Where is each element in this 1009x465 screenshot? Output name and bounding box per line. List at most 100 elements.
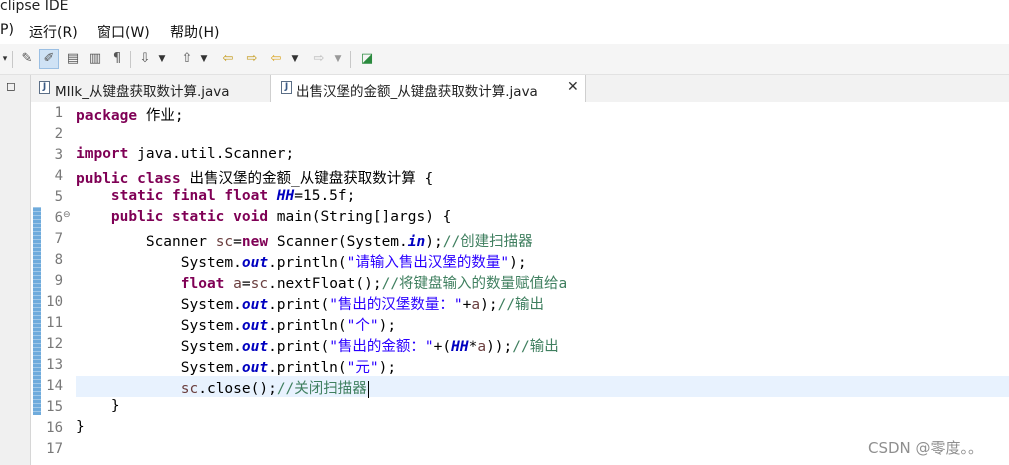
previous-annotation-icon[interactable]: ⇧ — [178, 50, 196, 68]
code-comment: //输出 — [497, 297, 545, 313]
tab-label: MIlk_从键盘获取数计算.java — [55, 84, 230, 100]
pin-editor-icon[interactable]: ◪ — [358, 50, 376, 68]
menu-bar: P) 运行(R) 窗口(W) 帮助(H) — [0, 18, 1009, 44]
highlight-edit-icon[interactable]: ▤ — [64, 50, 82, 68]
line-number: 6 — [54, 210, 63, 226]
code-text: ); — [509, 255, 527, 271]
close-icon[interactable]: ✕ — [567, 79, 579, 95]
code-comment: //创建扫描器 — [442, 234, 533, 250]
code-text: } — [76, 419, 85, 435]
show-whitespace-icon[interactable]: ¶ — [108, 50, 126, 68]
forward-icon[interactable]: ⇨ — [310, 50, 328, 68]
static-field: out — [241, 339, 269, 355]
line-number: 8 — [54, 252, 63, 268]
code-line: 8 System.out.println("请输入售出汉堡的数量"); — [31, 250, 1009, 271]
string-literal: "个" — [346, 318, 379, 334]
text-caret — [367, 380, 369, 398]
code-line: 16 } — [31, 418, 1009, 439]
line-number: 16 — [46, 420, 63, 436]
code-text: ); — [378, 360, 397, 376]
local-variable: a — [477, 339, 487, 355]
code-text: System. — [180, 339, 242, 355]
minimize-icon[interactable]: ◻ — [6, 79, 16, 93]
code-text: .close(); — [198, 381, 277, 397]
code-text: = — [233, 234, 242, 250]
static-field: out — [241, 255, 269, 271]
code-text: = — [241, 276, 251, 292]
tab-label: 出售汉堡的金额_从键盘获取数计算.java — [296, 84, 538, 100]
code-text: System. — [180, 297, 242, 313]
line-number: 2 — [54, 126, 63, 142]
code-text: java.util.Scanner; — [128, 146, 295, 162]
toolbar-separator — [350, 51, 351, 68]
fold-toggle-icon[interactable]: ⊖ — [63, 210, 71, 220]
code-line: 6 ⊖ public static void main(String[]args… — [31, 208, 1009, 229]
chevron-down-icon[interactable]: ▼ — [290, 50, 300, 68]
keyword: static final float — [110, 188, 269, 204]
chevron-down-icon[interactable]: ▾ — [0, 50, 10, 68]
local-variable: sc — [215, 234, 234, 250]
keyword: float — [180, 276, 225, 292]
code-text: Scanner(System. — [268, 234, 408, 250]
code-line: 5 static final float HH=15.5f; — [31, 187, 1009, 208]
code-line-current: 14 sc.close();//关闭扫描器 — [31, 376, 1009, 398]
static-field: out — [241, 360, 269, 376]
next-edit-icon[interactable]: ⇨ — [243, 50, 261, 68]
chevron-down-icon[interactable]: ▼ — [333, 50, 343, 68]
keyword: import — [76, 146, 129, 162]
code-line: 15 } — [31, 397, 1009, 418]
java-file-icon: J — [281, 81, 292, 94]
java-file-icon: J — [39, 81, 50, 94]
menu-item-run[interactable]: 运行(R) — [29, 22, 78, 42]
menu-item-help[interactable]: 帮助(H) — [170, 22, 219, 42]
line-number: 7 — [54, 231, 63, 247]
line-number: 3 — [54, 147, 63, 163]
toolbar-separator — [130, 51, 131, 68]
local-variable: a — [471, 297, 481, 313]
toolbar-separator — [12, 51, 13, 68]
code-line: 4 public class 出售汉堡的金额_从键盘获取数计算 { — [31, 166, 1009, 187]
code-text: .println( — [268, 318, 347, 334]
code-text: .nextFloat(); — [268, 276, 382, 292]
line-number: 4 — [54, 168, 63, 184]
toggle-breadcrumb-icon[interactable]: ✐ — [39, 49, 59, 69]
tab-milk-java[interactable]: J MIlk_从键盘获取数计算.java — [31, 75, 269, 102]
menu-item-window[interactable]: 窗口(W) — [97, 22, 150, 42]
code-comment: //关闭扫描器 — [276, 381, 367, 397]
keyword: new — [241, 234, 269, 250]
next-annotation-icon[interactable]: ⇩ — [136, 50, 154, 68]
chevron-down-icon[interactable]: ▼ — [157, 50, 167, 68]
code-comment: //输出 — [512, 339, 559, 355]
keyword: public class — [76, 171, 181, 187]
keyword: public static void — [110, 209, 269, 225]
menu-item-project[interactable]: P) — [0, 22, 14, 38]
string-literal: "元" — [346, 360, 379, 376]
keyword: package — [76, 108, 138, 124]
last-edit-icon[interactable]: ⇦ — [219, 50, 237, 68]
code-editor[interactable]: 1 package 作业; 2 3 import java.util.Scann… — [31, 102, 1009, 465]
toggle-mark-occurrences-icon[interactable]: ✎ — [18, 50, 36, 68]
static-field: out — [241, 318, 269, 334]
local-variable: sc — [250, 276, 269, 292]
editor-tabs: J MIlk_从键盘获取数计算.java J 出售汉堡的金额_从键盘获取数计算.… — [31, 75, 1009, 103]
code-text: ); — [425, 234, 443, 250]
line-number: 13 — [46, 357, 63, 373]
code-text: Scanner — [145, 234, 216, 250]
code-text: ); — [480, 297, 498, 313]
code-text: =15.5f; — [294, 188, 356, 204]
code-line: 17 — [31, 439, 1009, 460]
chevron-down-icon[interactable]: ▼ — [199, 50, 209, 68]
back-icon[interactable]: ⇦ — [267, 50, 285, 68]
watermark: CSDN @零度。。 — [868, 439, 984, 457]
line-number: 15 — [46, 399, 63, 415]
code-text: .println( — [268, 255, 347, 271]
block-selection-icon[interactable]: ▥ — [86, 50, 104, 68]
tab-hamburger-java[interactable]: J 出售汉堡的金额_从键盘获取数计算.java ✕ — [270, 75, 586, 103]
